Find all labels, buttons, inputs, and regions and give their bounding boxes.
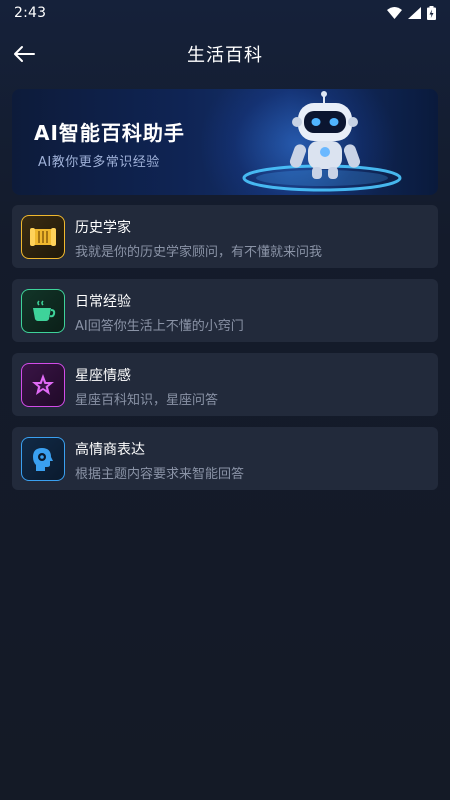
- status-bar: 2:43: [0, 0, 450, 26]
- list-item-daily-experience[interactable]: 日常经验 AI回答你生活上不懂的小窍门: [12, 279, 438, 342]
- list-item-title: 星座情感: [75, 368, 131, 384]
- banner-title: AI智能百科助手: [34, 121, 185, 145]
- coffee-cup-icon: [21, 289, 65, 333]
- back-button[interactable]: [10, 40, 38, 68]
- star-icon: [21, 363, 65, 407]
- page-title: 生活百科: [187, 45, 263, 66]
- robot-illustration: [242, 91, 402, 192]
- list-item-eq-expression[interactable]: 高情商表达 根据主题内容要求来智能回答: [12, 427, 438, 490]
- list-item-desc: 星座百科知识，星座问答: [75, 393, 219, 408]
- scroll-icon: [21, 215, 65, 259]
- list-item-desc: AI回答你生活上不懂的小窍门: [75, 319, 244, 334]
- arrow-left-icon: [14, 46, 35, 62]
- ai-assistant-banner[interactable]: AI智能百科助手 AI教你更多常识经验: [12, 89, 438, 195]
- app-header: 生活百科: [0, 32, 450, 76]
- status-icons: [387, 6, 436, 20]
- list-item-history[interactable]: 历史学家 我就是你的历史学家顾问，有不懂就来问我: [12, 205, 438, 268]
- head-gear-icon: [21, 437, 65, 481]
- list-item-desc: 我就是你的历史学家顾问，有不懂就来问我: [75, 245, 323, 260]
- category-list: 历史学家 我就是你的历史学家顾问，有不懂就来问我 日常经验 AI回答你生活上不懂…: [12, 205, 438, 501]
- wifi-icon: [387, 7, 402, 19]
- list-item-zodiac[interactable]: 星座情感 星座百科知识，星座问答: [12, 353, 438, 416]
- list-item-title: 日常经验: [75, 294, 131, 310]
- list-item-title: 历史学家: [75, 220, 131, 236]
- status-time: 2:43: [14, 5, 47, 21]
- banner-subtitle: AI教你更多常识经验: [38, 155, 160, 170]
- list-item-title: 高情商表达: [75, 442, 145, 458]
- signal-icon: [408, 7, 421, 19]
- battery-icon: [427, 6, 436, 20]
- list-item-desc: 根据主题内容要求来智能回答: [75, 467, 245, 482]
